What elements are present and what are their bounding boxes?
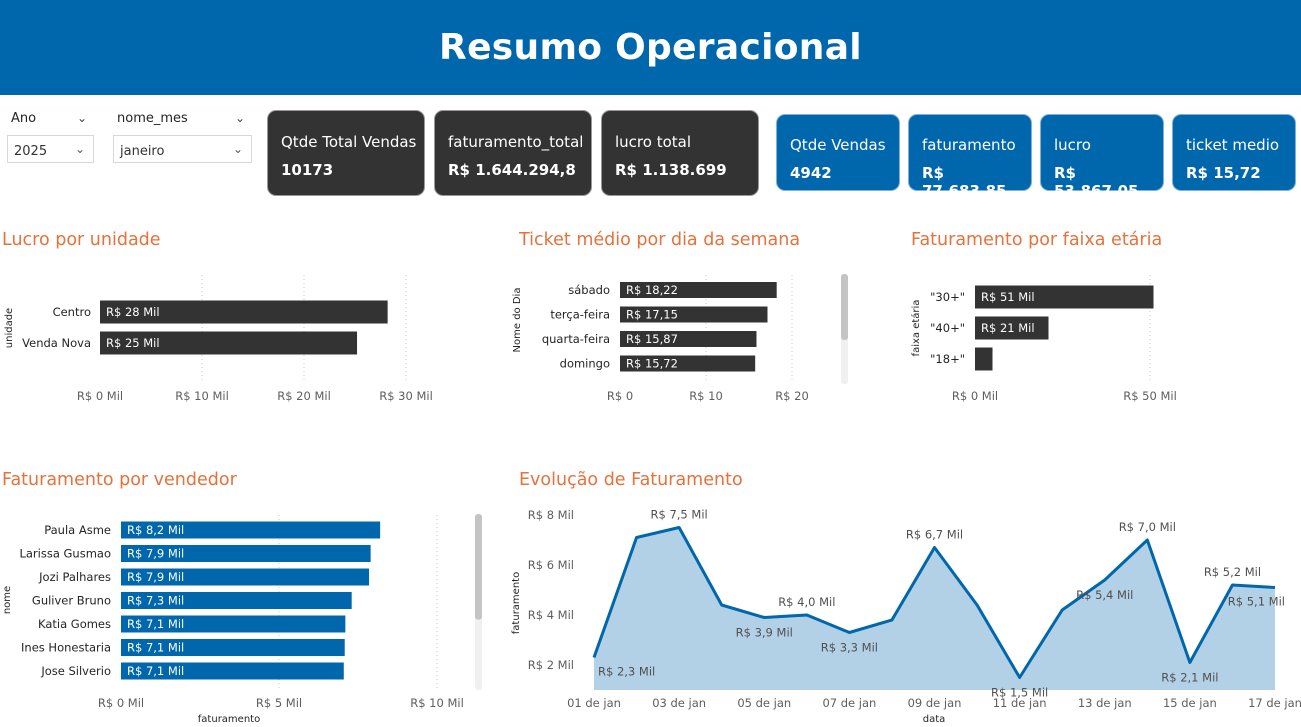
- data-label: R$ 2,1 Mil: [1161, 671, 1218, 685]
- x-tick-label: 17 de jan: [1248, 696, 1301, 710]
- x-tick-label: 13 de jan: [1078, 696, 1132, 710]
- x-tick-label: R$ 5 Mil: [256, 696, 302, 710]
- x-axis-label: data: [923, 714, 946, 725]
- category-label: terça-feira: [550, 308, 610, 322]
- data-label: R$ 7,1 Mil: [127, 641, 184, 655]
- y-axis-label: unidade: [4, 308, 15, 348]
- category-label: Ines Honestaria: [21, 641, 111, 655]
- data-label: R$ 15,87: [626, 332, 678, 346]
- y-axis-label: faturamento: [511, 572, 522, 634]
- data-label: R$ 18,22: [626, 283, 678, 297]
- data-label: R$ 7,1 Mil: [127, 664, 184, 678]
- x-tick-label: R$ 0 Mil: [952, 389, 998, 403]
- category-label: quarta-feira: [542, 332, 610, 346]
- bar: [975, 347, 993, 371]
- x-tick-label: R$ 0 Mil: [77, 389, 123, 403]
- y-tick-label: R$ 2 Mil: [528, 658, 574, 672]
- data-label: R$ 28 Mil: [106, 305, 160, 319]
- x-tick-label: R$ 30 Mil: [379, 389, 433, 403]
- data-label: R$ 8,2 Mil: [127, 523, 184, 537]
- data-label: R$ 7,0 Mil: [1119, 520, 1176, 534]
- x-tick-label: 09 de jan: [908, 696, 962, 710]
- x-tick-label: R$ 10 Mil: [410, 696, 464, 710]
- scrollbar-thumb: [841, 274, 848, 340]
- scrollbar-thumb: [475, 514, 482, 620]
- data-label: R$ 7,3 Mil: [127, 594, 184, 608]
- x-tick-label: 01 de jan: [567, 696, 621, 710]
- data-label: R$ 7,5 Mil: [651, 508, 708, 522]
- data-label: R$ 21 Mil: [981, 321, 1035, 335]
- y-tick-label: R$ 4 Mil: [528, 608, 574, 622]
- category-label: domingo: [560, 357, 610, 371]
- data-label: R$ 7,9 Mil: [127, 547, 184, 561]
- category-label: Paula Asme: [44, 523, 111, 537]
- x-tick-label: R$ 20 Mil: [277, 389, 331, 403]
- data-label: R$ 5,4 Mil: [1076, 588, 1133, 602]
- data-label: R$ 51 Mil: [981, 290, 1035, 304]
- data-label: R$ 17,15: [626, 308, 678, 322]
- category-label: Venda Nova: [22, 336, 91, 350]
- data-label: R$ 5,2 Mil: [1204, 565, 1261, 579]
- y-axis-label: Nome do Dia: [512, 288, 523, 353]
- x-tick-label: 05 de jan: [737, 696, 791, 710]
- data-label: R$ 6,7 Mil: [906, 528, 963, 542]
- category-label: Centro: [53, 305, 91, 319]
- y-axis-label: faixa etária: [910, 300, 922, 357]
- category-label: sábado: [568, 283, 610, 297]
- x-tick-label: 03 de jan: [652, 696, 706, 710]
- area-fill: [594, 527, 1275, 690]
- data-label: R$ 7,1 Mil: [127, 617, 184, 631]
- category-label: Larissa Gusmao: [19, 547, 111, 561]
- x-tick-label: R$ 0 Mil: [98, 696, 144, 710]
- category-label: "40+": [930, 321, 965, 335]
- x-tick-label: R$ 50 Mil: [1123, 389, 1177, 403]
- x-tick-label: R$ 10 Mil: [175, 389, 229, 403]
- category-label: Guliver Bruno: [32, 594, 111, 608]
- x-tick-label: 15 de jan: [1163, 696, 1217, 710]
- x-tick-label: R$ 10: [689, 389, 723, 403]
- y-tick-label: R$ 8 Mil: [528, 508, 574, 522]
- x-axis-label: faturamento: [198, 714, 260, 725]
- category-label: Katia Gomes: [38, 617, 111, 631]
- charts-canvas: R$ 0 Mil R$ 10 Mil R$ 20 Mil R$ 30 Mil unida…: [2, 274, 1301, 725]
- data-label: R$ 5,1 Mil: [1228, 595, 1285, 609]
- data-label: R$ 2,3 Mil: [598, 665, 655, 679]
- x-tick-label: R$ 20: [775, 389, 809, 403]
- category-label: Jozi Palhares: [38, 570, 111, 584]
- data-label: R$ 4,0 Mil: [778, 595, 835, 609]
- y-tick-label: R$ 6 Mil: [528, 558, 574, 572]
- category-label: Jose Silverio: [40, 664, 111, 678]
- x-tick-label: 07 de jan: [822, 696, 876, 710]
- category-label: "30+": [930, 290, 965, 304]
- data-label: R$ 3,9 Mil: [736, 626, 793, 640]
- data-label: R$ 3,3 Mil: [821, 641, 878, 655]
- data-label: R$ 7,9 Mil: [127, 570, 184, 584]
- y-axis-label: nome: [2, 586, 13, 614]
- data-label: R$ 1,5 Mil: [991, 686, 1048, 700]
- data-label: R$ 25 Mil: [106, 336, 160, 350]
- category-label: "18+": [930, 352, 965, 366]
- data-label: R$ 15,72: [626, 357, 678, 371]
- x-tick-label: R$ 0: [607, 389, 633, 403]
